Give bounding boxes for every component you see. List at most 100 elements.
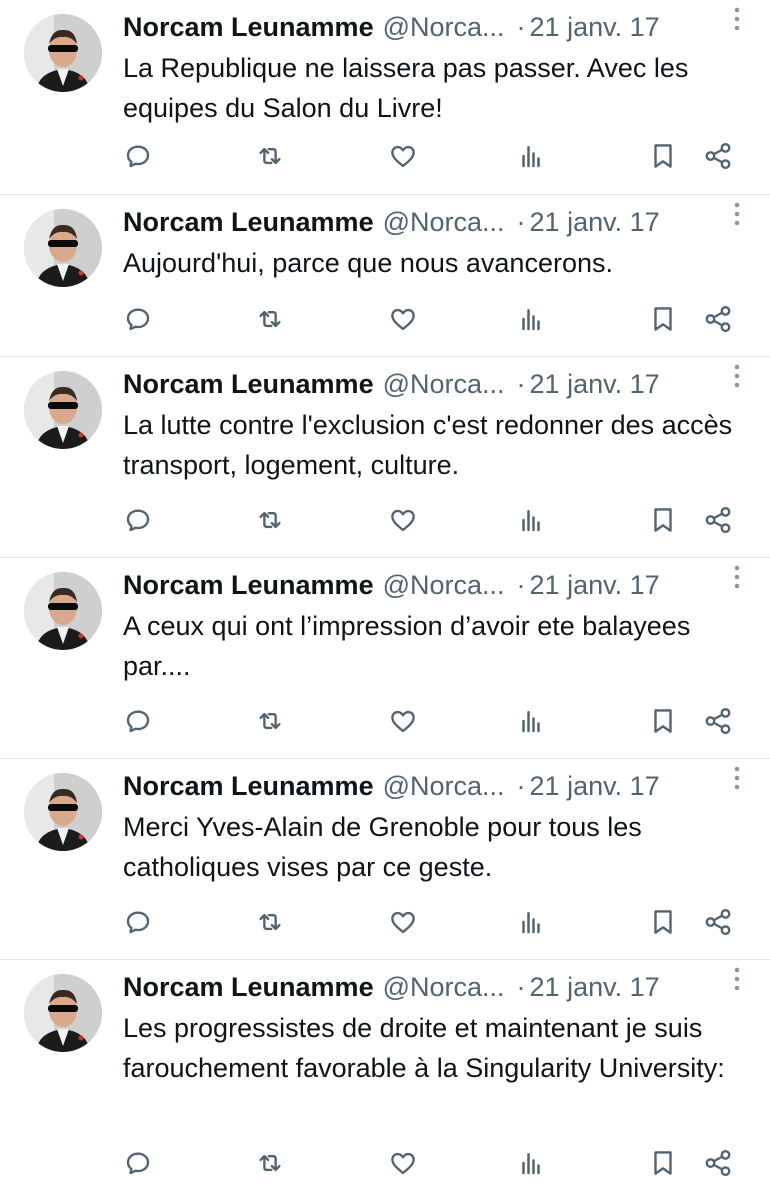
retweet-button[interactable] [250,505,290,539]
separator: · [516,770,526,801]
tweet[interactable]: Norcam Leunamme @Norca... · 21 janv. 17 … [0,0,770,195]
reply-icon [123,505,153,540]
more-options-icon[interactable] [730,4,744,34]
author-name[interactable]: Norcam Leunamme [123,369,374,400]
author-name[interactable]: Norcam Leunamme [123,12,374,43]
more-options-icon[interactable] [730,361,744,391]
views-icon [516,304,546,339]
retweet-button[interactable] [250,907,290,941]
views-button[interactable] [513,1148,549,1182]
author-handle[interactable]: @Norca... [383,972,505,1003]
retweet-icon [255,706,285,741]
share-icon [703,141,733,176]
like-icon [388,505,418,540]
author-handle[interactable]: @Norca... [383,12,505,43]
bookmark-button[interactable] [645,706,681,740]
separator: · [516,206,526,237]
author-name[interactable]: Norcam Leunamme [123,771,374,802]
author-name[interactable]: Norcam Leunamme [123,570,374,601]
avatar[interactable] [24,773,102,851]
bookmark-button[interactable] [645,141,681,175]
views-button[interactable] [513,304,549,338]
more-options-icon[interactable] [730,199,744,229]
author-handle[interactable]: @Norca... [383,570,505,601]
like-icon [388,706,418,741]
author-name[interactable]: Norcam Leunamme [123,972,374,1003]
avatar[interactable] [24,209,102,287]
timestamp[interactable]: 21 janv. 17 [530,972,660,1003]
more-options-icon[interactable] [730,964,744,994]
share-icon [703,706,733,741]
like-button[interactable] [385,1148,421,1182]
tweet[interactable]: Norcam Leunamme @Norca... · 21 janv. 17 … [0,960,770,1200]
avatar[interactable] [24,572,102,650]
reply-button[interactable] [120,706,156,740]
bookmark-icon [648,141,678,176]
author-handle[interactable]: @Norca... [383,369,505,400]
views-icon [516,505,546,540]
bookmark-button[interactable] [645,304,681,338]
avatar[interactable] [24,14,102,92]
views-button[interactable] [513,706,549,740]
author-handle[interactable]: @Norca... [383,207,505,238]
share-button[interactable] [700,1148,736,1182]
reply-button[interactable] [120,304,156,338]
timestamp[interactable]: 21 janv. 17 [530,207,660,238]
separator: · [516,569,526,600]
bookmark-icon [648,304,678,339]
reply-icon [123,907,153,942]
avatar[interactable] [24,371,102,449]
like-button[interactable] [385,304,421,338]
share-button[interactable] [700,907,736,941]
more-options-icon[interactable] [730,763,744,793]
views-icon [516,1148,546,1183]
author-name[interactable]: Norcam Leunamme [123,207,374,238]
tweet[interactable]: Norcam Leunamme @Norca... · 21 janv. 17 … [0,357,770,558]
timestamp[interactable]: 21 janv. 17 [530,12,660,43]
like-button[interactable] [385,907,421,941]
retweet-button[interactable] [250,1148,290,1182]
share-button[interactable] [700,706,736,740]
like-button[interactable] [385,141,421,175]
reply-icon [123,706,153,741]
bookmark-button[interactable] [645,1148,681,1182]
reply-button[interactable] [120,141,156,175]
views-button[interactable] [513,141,549,175]
like-button[interactable] [385,505,421,539]
tweet-header: Norcam Leunamme @Norca... · 21 janv. 17 [123,970,750,1004]
more-options-icon[interactable] [730,562,744,592]
author-handle[interactable]: @Norca... [383,771,505,802]
timestamp[interactable]: 21 janv. 17 [530,570,660,601]
retweet-button[interactable] [250,304,290,338]
views-icon [516,706,546,741]
tweet[interactable]: Norcam Leunamme @Norca... · 21 janv. 17 … [0,558,770,759]
retweet-button[interactable] [250,141,290,175]
like-icon [388,141,418,176]
reply-button[interactable] [120,505,156,539]
share-button[interactable] [700,141,736,175]
retweet-button[interactable] [250,706,290,740]
tweet-header: Norcam Leunamme @Norca... · 21 janv. 17 [123,10,750,44]
retweet-icon [255,505,285,540]
tweet[interactable]: Norcam Leunamme @Norca... · 21 janv. 17 … [0,195,770,357]
timestamp[interactable]: 21 janv. 17 [530,771,660,802]
bookmark-icon [648,907,678,942]
reply-button[interactable] [120,1148,156,1182]
reply-button[interactable] [120,907,156,941]
views-icon [516,141,546,176]
share-button[interactable] [700,304,736,338]
tweet-header: Norcam Leunamme @Norca... · 21 janv. 17 [123,205,750,239]
share-button[interactable] [700,505,736,539]
bookmark-button[interactable] [645,505,681,539]
timestamp[interactable]: 21 janv. 17 [530,369,660,400]
retweet-icon [255,907,285,942]
bookmark-icon [648,505,678,540]
tweet[interactable]: Norcam Leunamme @Norca... · 21 janv. 17 … [0,759,770,960]
bookmark-button[interactable] [645,907,681,941]
like-button[interactable] [385,706,421,740]
views-button[interactable] [513,907,549,941]
separator: · [516,368,526,399]
views-button[interactable] [513,505,549,539]
share-icon [703,505,733,540]
avatar[interactable] [24,974,102,1052]
